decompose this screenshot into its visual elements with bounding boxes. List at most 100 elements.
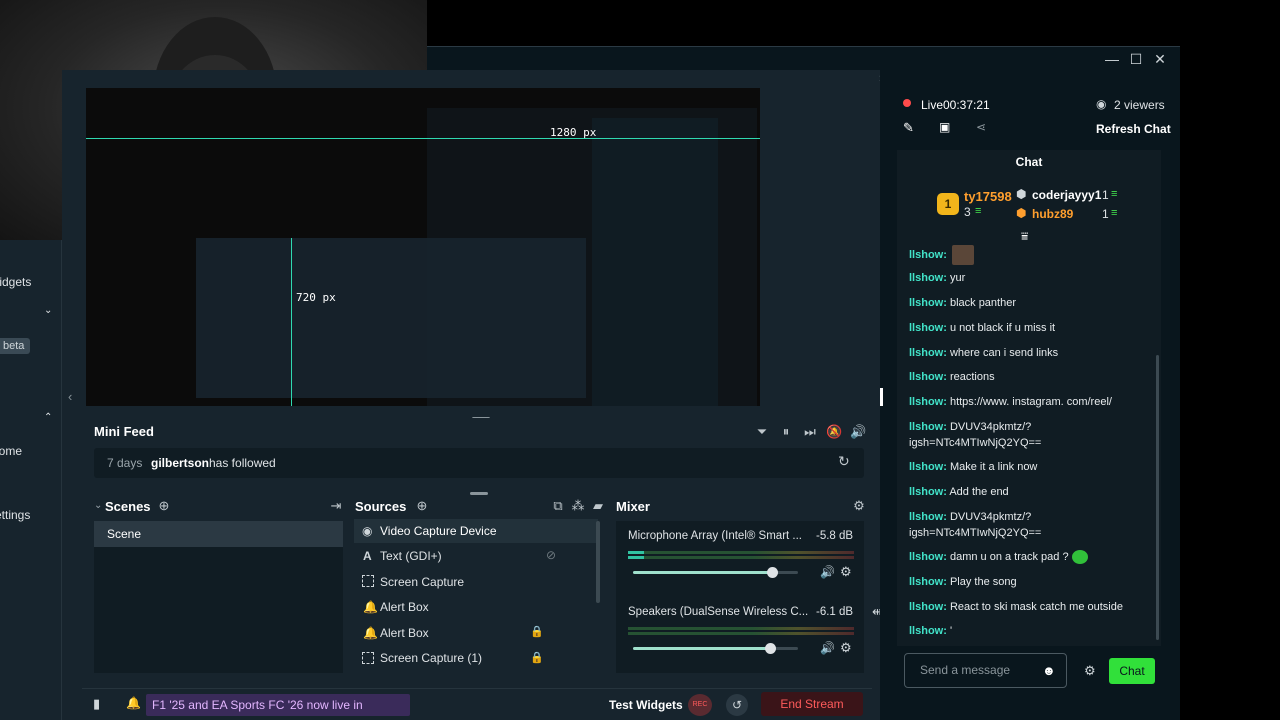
chat-title: Chat (1015, 155, 1043, 169)
feed-event-user[interactable]: gilbertson (151, 456, 209, 470)
stream-timer: 00:37:21 (943, 98, 990, 112)
maximize-icon[interactable]: ☐ (1124, 47, 1148, 71)
refresh-chat-button[interactable]: Refresh Chat (1096, 122, 1171, 136)
emote-image (1071, 550, 1088, 565)
gift-icon: ≡ (1111, 188, 1118, 200)
chevron-down-icon[interactable]: ⌄ (44, 305, 52, 316)
gear-icon[interactable]: ⚙ (851, 498, 867, 514)
nav-widgets[interactable]: Widgets (0, 275, 31, 289)
notification-bell-icon[interactable]: 🔔 (126, 696, 141, 710)
lock-icon[interactable]: 🔒 (530, 625, 544, 638)
collapse-icon[interactable]: ⌄ (94, 500, 102, 511)
source-item[interactable]: Alert Box (380, 626, 429, 640)
mixer-title: Mixer (616, 499, 650, 514)
stream-preview: 1280 px 720 px (86, 88, 760, 406)
gear-icon[interactable]: ⚙ (840, 640, 852, 656)
screen-capture-icon (362, 575, 374, 587)
chat-message: igsh=NTc4MTIwNjQ2YQ== (909, 437, 1042, 449)
chat-message: llshow: damn u on a track pad ? (909, 549, 1149, 565)
edit-icon[interactable]: ✎ (903, 120, 914, 136)
mixer-channel-level: -6.1 dB (816, 606, 854, 618)
group-icon[interactable]: ⁂ (570, 498, 586, 514)
hidden-eye-icon[interactable]: ⊘ (546, 548, 556, 562)
pause-icon[interactable]: ⏸ (778, 424, 794, 440)
viewer-count: 2 viewers (1114, 98, 1165, 112)
video-icon[interactable]: ▣ (939, 120, 950, 134)
chat-scrollbar[interactable] (1156, 355, 1159, 640)
chevron-up-icon[interactable]: ⌃ (44, 412, 52, 423)
chat-message: llshow: u not black if u miss it (909, 322, 1056, 334)
chat-header: Chat (897, 150, 1161, 174)
chat-message: igsh=NTc4MTIwNjQ2YQ== (909, 527, 1042, 539)
volume-slider-knob[interactable] (767, 567, 778, 578)
source-item[interactable]: Screen Capture (380, 575, 464, 589)
chat-message: llshow: https://www. instagram. com/reel… (909, 396, 1112, 408)
add-scene-icon[interactable]: ⊕ (156, 498, 172, 514)
gear-icon[interactable]: ⚙ (1084, 663, 1096, 679)
close-icon[interactable]: ✕ (1148, 47, 1172, 71)
feed-event-action: has followed (209, 456, 276, 470)
scrollbar[interactable] (596, 521, 600, 603)
rank-badge-icon: ⬢ (1016, 187, 1027, 201)
nav-home[interactable]: Home (0, 444, 22, 458)
mixer-channel-level: -5.8 dB (816, 530, 854, 542)
nav-settings[interactable]: Settings (0, 508, 30, 522)
refresh-icon[interactable]: ↻ (838, 453, 850, 470)
test-widgets-button[interactable]: Test Widgets (609, 698, 683, 712)
expand-leaderboard-icon[interactable]: ⩸ (1021, 229, 1028, 244)
minimize-icon[interactable]: — (1100, 47, 1124, 71)
filter-icon[interactable]: ⏷ (754, 424, 770, 440)
source-item[interactable]: Screen Capture (1) (380, 651, 482, 665)
gear-icon[interactable]: ⚙ (840, 564, 852, 580)
folder-icon[interactable]: ▰ (590, 498, 606, 514)
replay-buffer-icon[interactable]: ↺ (726, 694, 748, 716)
leaderboard-first-count: 3 (964, 205, 971, 219)
speaker-icon[interactable]: 🔊 (820, 565, 835, 579)
volume-slider-fill[interactable] (633, 647, 770, 650)
volume-slider-fill[interactable] (633, 571, 772, 574)
mute-notifications-icon[interactable]: 🔕 (826, 424, 842, 440)
nested-chat (592, 118, 718, 406)
chat-message: llshow: yur (909, 272, 966, 284)
feed-event-row: 7 days gilbertson has followed ↻ (94, 448, 864, 478)
live-indicator-icon (903, 99, 911, 107)
panel-resize-handle[interactable] (880, 388, 883, 406)
emote-image (951, 245, 974, 265)
chat-message: llshow: DVUV34pkmtz/? (909, 511, 1032, 523)
height-guide-label: 720 px (296, 291, 336, 304)
leaderboard-third-name: hubz89 (1032, 207, 1074, 221)
scenes-title: Scenes (105, 499, 151, 514)
lock-icon[interactable]: 🔒 (530, 651, 544, 664)
share-icon[interactable]: ⋖ (976, 120, 986, 134)
volume-icon[interactable]: 🔊 (850, 424, 866, 440)
volume-slider-knob[interactable] (765, 643, 776, 654)
skip-icon[interactable]: ⏭ (802, 424, 818, 440)
rank-badge-icon: ⬢ (1016, 206, 1027, 220)
emoji-icon[interactable]: ☻ (1042, 663, 1056, 678)
audio-meter (628, 556, 854, 559)
audio-meter (628, 551, 854, 554)
left-navigation: Widgets ⌄ beta ⌃ Home Settings (0, 240, 62, 720)
record-button[interactable]: REC (688, 694, 712, 716)
source-item[interactable]: Video Capture Device (380, 524, 497, 538)
resize-handle[interactable] (470, 492, 488, 495)
webcam-icon: ◉ (362, 524, 373, 538)
bell-icon: 🔔 (363, 600, 378, 614)
chevron-left-icon[interactable]: ‹ (68, 389, 72, 404)
selective-recording-icon[interactable]: ⧉ (550, 498, 566, 514)
mixer-channel-name: Microphone Array (Intel® Smart ... (628, 530, 803, 542)
speaker-icon[interactable]: 🔊 (820, 641, 835, 655)
chat-send-button[interactable]: Chat (1109, 658, 1155, 684)
scene-item[interactable]: Scene (94, 521, 343, 547)
leaderboard-second-count: 1 (1102, 188, 1109, 202)
scene-transitions-icon[interactable]: ⇥ (328, 498, 344, 514)
promo-banner[interactable]: F1 '25 and EA Sports FC '26 now live in … (146, 694, 410, 716)
live-status: Live (921, 98, 944, 112)
scene-item-label: Scene (107, 527, 142, 541)
end-stream-button[interactable]: End Stream (761, 692, 863, 716)
eye-icon: ◉ (1096, 97, 1107, 111)
source-item[interactable]: Text (GDI+) (380, 549, 442, 563)
add-source-icon[interactable]: ⊕ (414, 498, 430, 514)
source-item[interactable]: Alert Box (380, 600, 429, 614)
stats-icon[interactable]: ▮ (93, 696, 100, 712)
